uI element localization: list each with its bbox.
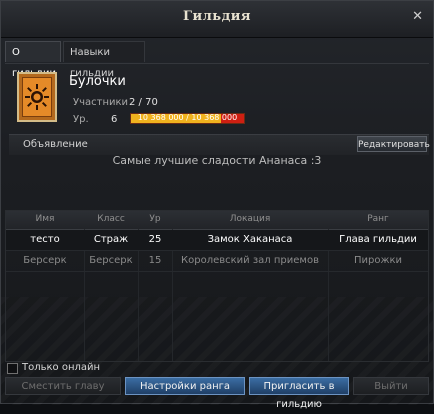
- announcement-header: Объявление Редактировать: [9, 134, 430, 155]
- only-online-checkbox[interactable]: [7, 363, 18, 374]
- cell-name: тесто: [30, 234, 60, 245]
- xp-progress-text: 10 368 000 / 10 368 000: [137, 113, 238, 122]
- column-header-name[interactable]: Имя: [6, 214, 84, 224]
- table-header: Имя Класс Ур Локация Ранг: [6, 211, 428, 230]
- column-header-class[interactable]: Класс: [84, 214, 138, 224]
- cell-rank: Пирожки: [353, 255, 403, 266]
- window-title: Гильдия: [182, 9, 252, 24]
- invite-to-guild-button[interactable]: Пригласить в гильдию: [249, 377, 349, 410]
- level-label: Ур.: [73, 114, 89, 125]
- level-value: 6: [111, 114, 118, 125]
- rank-settings-button[interactable]: Настройки ранга: [125, 377, 245, 395]
- announcement-text: Самые лучшие сладости Ананаса :3: [112, 154, 322, 167]
- cell-location: Королевский зал приемов: [181, 255, 319, 266]
- guild-name: Булочки: [69, 74, 126, 89]
- footer-bar: Только онлайн Сместить главу Настройки р…: [1, 362, 433, 410]
- tab-guild-skills[interactable]: Навыки гильдии: [63, 41, 145, 79]
- cell-level: 15: [148, 255, 162, 266]
- cell-name: Берсерк: [23, 255, 67, 266]
- cell-location: Замок Хаканаса: [207, 234, 293, 245]
- table-row[interactable]: тесто Страж 25 Замок Хаканаса Глава гиль…: [6, 230, 428, 251]
- change-head-button[interactable]: Сместить главу: [5, 377, 121, 395]
- announcement-label: Объявление: [23, 139, 88, 150]
- cell-class: Берсерк: [89, 255, 133, 266]
- cell-class: Страж: [93, 234, 129, 245]
- guild-window: Гильдия ✕ О гильдии Навыки гильдии: [0, 0, 434, 410]
- title-bar[interactable]: Гильдия ✕: [1, 1, 433, 38]
- column-header-location[interactable]: Локация: [172, 214, 328, 224]
- xp-progress-bar: 10 368 000 / 10 368 000: [130, 113, 245, 124]
- edit-announcement-button[interactable]: Редактировать: [357, 136, 430, 152]
- tab-about-guild[interactable]: О гильдии: [5, 41, 61, 79]
- cell-level: 25: [148, 234, 162, 245]
- table-row[interactable]: Берсерк Берсерк 15 Королевский зал прием…: [6, 251, 428, 272]
- close-icon[interactable]: ✕: [412, 10, 423, 24]
- members-table: Имя Класс Ур Локация Ранг тесто Страж 25…: [5, 210, 429, 362]
- leave-guild-button[interactable]: Выйти: [353, 377, 429, 395]
- only-online-label: Только онлайн: [22, 362, 101, 373]
- members-value: 2 / 70: [129, 97, 158, 108]
- sun-emblem-icon: [25, 84, 49, 110]
- guild-emblem: [17, 72, 57, 122]
- tab-bar: О гильдии Навыки гильдии: [5, 41, 429, 79]
- members-label: Участники: [73, 97, 129, 108]
- about-panel: Булочки Участники 2 / 70 Ур. 6 10 368 00…: [5, 64, 430, 364]
- column-header-rank[interactable]: Ранг: [328, 214, 428, 224]
- column-header-level[interactable]: Ур: [138, 214, 172, 224]
- cell-rank: Глава гильдии: [339, 234, 417, 245]
